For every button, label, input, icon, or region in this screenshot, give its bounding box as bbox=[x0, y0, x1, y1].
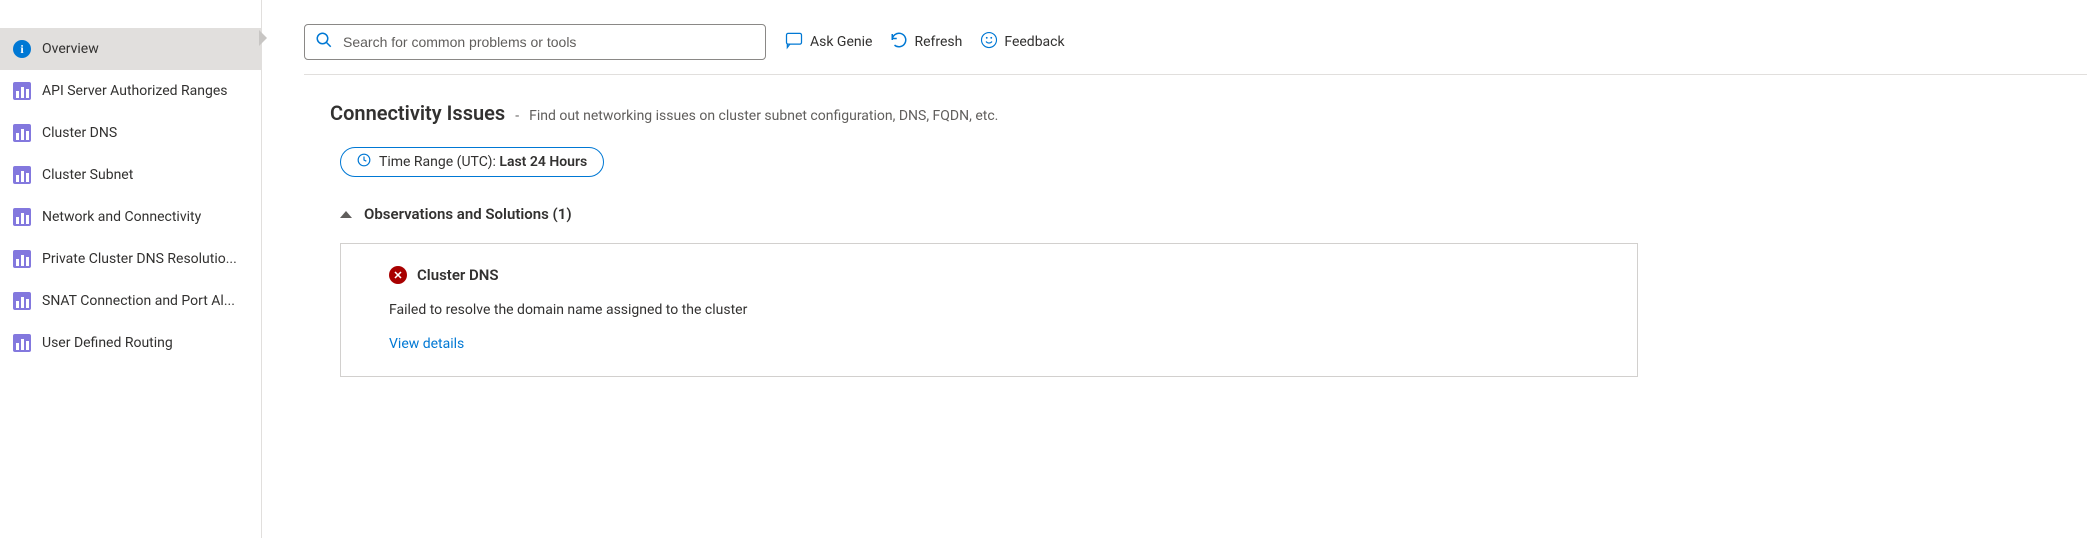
sidebar-item-label: User Defined Routing bbox=[42, 335, 173, 351]
sidebar-item-label: Cluster Subnet bbox=[42, 167, 133, 183]
bar-chart-icon bbox=[12, 333, 32, 353]
refresh-button[interactable]: Refresh bbox=[890, 31, 962, 53]
sidebar-item-cluster-subnet[interactable]: Cluster Subnet bbox=[0, 154, 261, 196]
time-range-value: Last 24 Hours bbox=[499, 154, 587, 170]
page-desc-separator: - bbox=[515, 108, 519, 124]
time-range-selector[interactable]: Time Range (UTC): Last 24 Hours bbox=[340, 147, 604, 177]
sidebar-item-api-server-authorized-ranges[interactable]: API Server Authorized Ranges bbox=[0, 70, 261, 112]
refresh-icon bbox=[890, 31, 908, 53]
sidebar: i Overview API Server Authorized Ranges … bbox=[0, 0, 262, 538]
sidebar-item-label: Cluster DNS bbox=[42, 125, 117, 141]
content: Connectivity Issues - Find out networkin… bbox=[304, 75, 2087, 377]
sidebar-item-label: SNAT Connection and Port Al... bbox=[42, 293, 235, 309]
chat-icon bbox=[784, 30, 804, 54]
clock-icon bbox=[357, 153, 371, 171]
sidebar-item-cluster-dns[interactable]: Cluster DNS bbox=[0, 112, 261, 154]
error-icon: ✕ bbox=[389, 266, 407, 284]
search-icon bbox=[315, 31, 333, 53]
sidebar-item-label: Private Cluster DNS Resolutio... bbox=[42, 251, 237, 267]
feedback-button[interactable]: Feedback bbox=[980, 31, 1064, 53]
bar-chart-icon bbox=[12, 249, 32, 269]
issue-card: ✕ Cluster DNS Failed to resolve the doma… bbox=[340, 243, 1638, 377]
sidebar-item-private-cluster-dns-resolution[interactable]: Private Cluster DNS Resolutio... bbox=[0, 238, 261, 280]
sidebar-item-network-and-connectivity[interactable]: Network and Connectivity bbox=[0, 196, 261, 238]
issue-title: Cluster DNS bbox=[417, 266, 499, 284]
page-title: Connectivity Issues bbox=[330, 101, 505, 125]
ask-genie-label: Ask Genie bbox=[810, 34, 872, 50]
smiley-icon bbox=[980, 31, 998, 53]
search-input[interactable] bbox=[341, 33, 755, 51]
time-range-label: Time Range (UTC): bbox=[379, 154, 499, 170]
sidebar-item-label: Overview bbox=[42, 41, 99, 57]
bar-chart-icon bbox=[12, 123, 32, 143]
issue-card-header: ✕ Cluster DNS bbox=[389, 266, 1589, 284]
page-title-row: Connectivity Issues - Find out networkin… bbox=[330, 101, 2087, 125]
feedback-label: Feedback bbox=[1004, 34, 1064, 50]
bar-chart-icon bbox=[12, 207, 32, 227]
observations-label: Observations and Solutions (1) bbox=[364, 205, 572, 223]
bar-chart-icon bbox=[12, 81, 32, 101]
sidebar-item-user-defined-routing[interactable]: User Defined Routing bbox=[0, 322, 261, 364]
observations-section-header[interactable]: Observations and Solutions (1) bbox=[340, 205, 2087, 223]
view-details-link[interactable]: View details bbox=[389, 336, 1589, 352]
bar-chart-icon bbox=[12, 165, 32, 185]
sidebar-item-label: Network and Connectivity bbox=[42, 209, 201, 225]
refresh-label: Refresh bbox=[914, 34, 962, 50]
search-input-wrap[interactable] bbox=[304, 24, 766, 60]
sidebar-collapse-caret[interactable] bbox=[259, 30, 267, 46]
sidebar-item-snat-connection-and-port-allocation[interactable]: SNAT Connection and Port Al... bbox=[0, 280, 261, 322]
sidebar-item-label: API Server Authorized Ranges bbox=[42, 83, 228, 99]
page-description: Find out networking issues on cluster su… bbox=[529, 108, 998, 124]
toolbar: Ask Genie Refresh Feed bbox=[304, 24, 2087, 75]
bar-chart-icon bbox=[12, 291, 32, 311]
info-icon: i bbox=[12, 39, 32, 59]
issue-detail: Failed to resolve the domain name assign… bbox=[389, 302, 1589, 318]
main: Ask Genie Refresh Feed bbox=[262, 0, 2097, 538]
sidebar-item-overview[interactable]: i Overview bbox=[0, 28, 261, 70]
ask-genie-button[interactable]: Ask Genie bbox=[784, 30, 872, 54]
chevron-up-icon bbox=[340, 211, 352, 218]
